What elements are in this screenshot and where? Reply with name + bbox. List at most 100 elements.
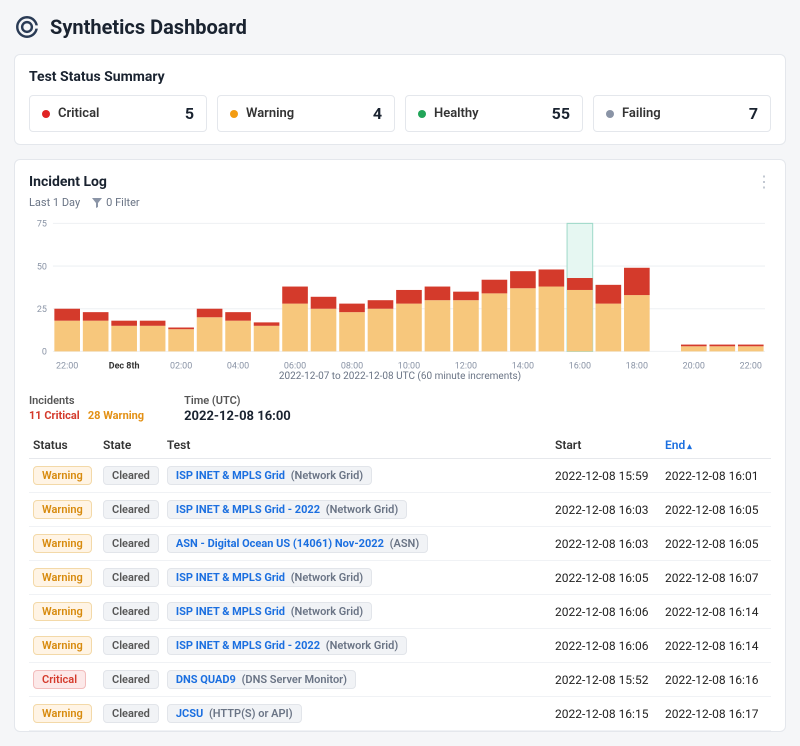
svg-text:75: 75	[37, 218, 47, 229]
status-dot-icon	[42, 110, 50, 118]
col-status[interactable]: Status	[29, 432, 99, 459]
svg-text:22:00: 22:00	[56, 360, 78, 371]
status-summary-panel: Test Status Summary Critical 5 Warning 4 Hea…	[14, 54, 786, 145]
svg-text:Dec 8th: Dec 8th	[109, 360, 140, 371]
status-label: Failing	[622, 106, 661, 121]
table-row[interactable]: Warning Cleared ISP INET & MPLS Grid - 202…	[29, 629, 771, 663]
state-badge: Cleared	[103, 670, 159, 689]
svg-text:22:00: 22:00	[740, 360, 762, 371]
status-dot-icon	[606, 110, 614, 118]
state-badge: Cleared	[103, 534, 159, 553]
time-header: Time (UTC)	[184, 394, 291, 407]
status-label: Warning	[246, 106, 294, 121]
table-row[interactable]: Warning Cleared ISP INET & MPLS Grid (Netw…	[29, 459, 771, 493]
filter-icon	[92, 198, 102, 208]
test-badge[interactable]: ASN - Digital Ocean US (14061) Nov-2022 …	[167, 534, 428, 553]
svg-text:02:00: 02:00	[170, 360, 192, 371]
test-badge[interactable]: ISP INET & MPLS Grid - 2022 (Network Gri…	[167, 636, 407, 655]
state-badge: Cleared	[103, 568, 159, 587]
test-badge[interactable]: ISP INET & MPLS Grid (Network Grid)	[167, 568, 372, 587]
status-badge: Warning	[33, 568, 92, 587]
status-label: Healthy	[434, 106, 479, 121]
incident-table: Status State Test Start End▴ Warning Clea…	[29, 432, 771, 731]
svg-text:0: 0	[42, 346, 47, 357]
table-row[interactable]: Warning Cleared ASN - Digital Ocean US (14…	[29, 527, 771, 561]
start-time: 2022-12-08 16:05	[551, 561, 661, 595]
status-label: Critical	[58, 106, 99, 121]
start-time: 2022-12-08 15:52	[551, 663, 661, 697]
svg-text:08:00: 08:00	[341, 360, 363, 371]
status-value: 7	[749, 104, 758, 123]
incident-chart[interactable]: 025507522:00Dec 8th02:0004:0006:0008:001…	[29, 217, 771, 377]
table-row[interactable]: Warning Cleared ISP INET & MPLS Grid (Netw…	[29, 595, 771, 629]
svg-text:50: 50	[37, 261, 47, 272]
start-time: 2022-12-08 16:06	[551, 595, 661, 629]
range-label[interactable]: Last 1 Day	[29, 196, 80, 209]
end-time: 2022-12-08 16:14	[661, 629, 771, 663]
status-value: 55	[552, 104, 570, 123]
test-badge[interactable]: DNS QUAD9 (DNS Server Monitor)	[167, 670, 356, 689]
svg-text:20:00: 20:00	[683, 360, 705, 371]
status-badge: Critical	[33, 670, 86, 689]
status-card-critical[interactable]: Critical 5	[29, 95, 207, 132]
status-dot-icon	[418, 110, 426, 118]
status-badge: Warning	[33, 636, 92, 655]
col-test[interactable]: Test	[163, 432, 551, 459]
col-end[interactable]: End▴	[661, 432, 771, 459]
status-value: 4	[373, 104, 382, 123]
state-badge: Cleared	[103, 602, 159, 621]
end-time: 2022-12-08 16:01	[661, 459, 771, 493]
page-header: Synthetics Dashboard	[14, 14, 786, 40]
status-card-failing[interactable]: Failing 7	[593, 95, 771, 132]
critical-count: 11 Critical	[29, 409, 80, 422]
page-title: Synthetics Dashboard	[50, 15, 247, 39]
test-badge[interactable]: JCSU (HTTP(S) or API)	[167, 704, 302, 723]
table-row[interactable]: WarningClearedISP INET & MPLS Grid - 202…	[29, 493, 771, 527]
warning-count: 28 Warning	[88, 409, 144, 422]
svg-text:25: 25	[37, 304, 47, 315]
status-badge: Warning	[33, 602, 92, 621]
svg-text:12:00: 12:00	[455, 360, 477, 371]
state-badge: Cleared	[103, 704, 159, 723]
panel-menu-icon[interactable]: ⋮	[756, 172, 773, 191]
end-time: 2022-12-08 16:05	[661, 527, 771, 561]
filter-chip[interactable]: 0 Filter	[92, 196, 140, 209]
col-state[interactable]: State	[99, 432, 163, 459]
svg-text:10:00: 10:00	[398, 360, 420, 371]
state-badge: Cleared	[103, 466, 159, 485]
status-summary-title: Test Status Summary	[29, 69, 771, 85]
status-badge: Warning	[33, 466, 92, 485]
end-time: 2022-12-08 16:14	[661, 595, 771, 629]
table-row[interactable]: Warning Cleared JCSU (HTTP(S) or API) 2022-…	[29, 697, 771, 731]
table-row[interactable]: Critical Cleared DNS QUAD9 (DNS Server Mon…	[29, 663, 771, 697]
end-time: 2022-12-08 16:16	[661, 663, 771, 697]
status-badge: Warning	[33, 704, 92, 723]
end-time: 2022-12-08 16:05	[661, 493, 771, 527]
test-badge[interactable]: ISP INET & MPLS Grid (Network Grid)	[167, 466, 372, 485]
sort-asc-icon: ▴	[687, 442, 692, 452]
state-badge: Cleared	[103, 500, 159, 519]
end-time: 2022-12-08 16:07	[661, 561, 771, 595]
svg-text:06:00: 06:00	[284, 360, 306, 371]
table-row[interactable]: Warning Cleared ISP INET & MPLS Grid (Netw…	[29, 561, 771, 595]
status-badge: Warning	[33, 534, 92, 553]
status-value: 5	[185, 104, 194, 123]
state-badge: Cleared	[103, 636, 159, 655]
svg-text:16:00: 16:00	[569, 360, 591, 371]
start-time: 2022-12-08 16:06	[551, 629, 661, 663]
start-time: 2022-12-08 16:03	[551, 527, 661, 561]
incident-log-panel: ⋮ Incident Log Last 1 Day 0 Filter 0 25 50…	[14, 159, 786, 732]
status-card-warning[interactable]: Warning 4	[217, 95, 395, 132]
test-badge[interactable]: ISP INET & MPLS Grid (Network Grid)	[167, 602, 372, 621]
incidents-header: Incidents	[29, 394, 144, 407]
incident-log-title: Incident Log	[29, 174, 771, 190]
time-value: 2022-12-08 16:00	[184, 409, 291, 424]
col-start[interactable]: Start	[551, 432, 661, 459]
test-badge[interactable]: ISP INET & MPLS Grid - 2022 (Network Gri…	[167, 500, 407, 519]
start-time: 2022-12-08 16:15	[551, 697, 661, 731]
brand-logo-icon	[14, 14, 40, 40]
status-dot-icon	[230, 110, 238, 118]
start-time: 2022-12-08 16:03	[551, 493, 661, 527]
status-card-healthy[interactable]: Healthy 55	[405, 95, 583, 132]
end-time: 2022-12-08 16:17	[661, 697, 771, 731]
